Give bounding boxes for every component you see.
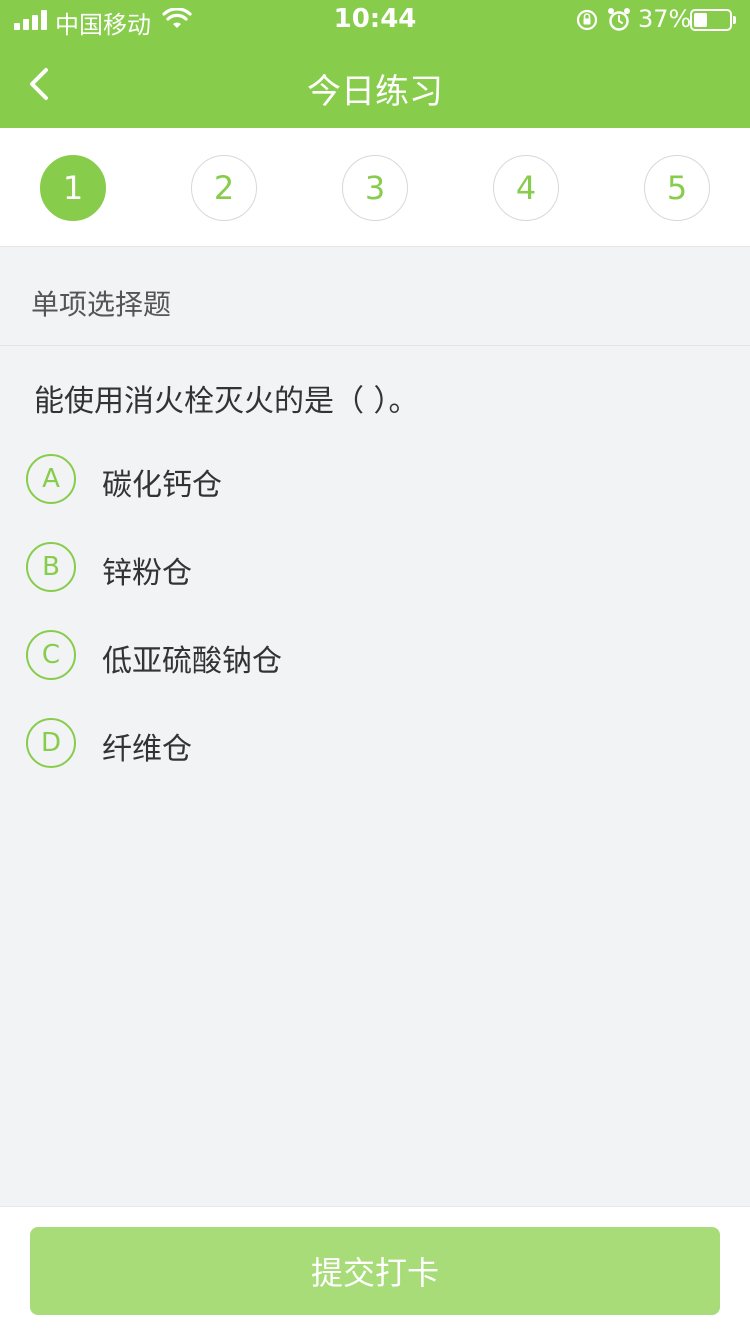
- question-number-tabs: 1 2 3 4 5: [0, 128, 750, 247]
- status-bar: 中国移动 10:44 37%: [0, 0, 750, 40]
- option-b[interactable]: B 锌粉仓: [0, 532, 750, 602]
- option-text: 纤维仓: [102, 732, 192, 767]
- option-text: 锌粉仓: [102, 556, 192, 591]
- option-letter: C: [26, 630, 76, 680]
- option-text: 碳化钙仓: [102, 468, 222, 503]
- bottom-bar: 提交打卡: [0, 1206, 750, 1334]
- battery-level: [694, 13, 707, 27]
- page-title: 今日练习: [307, 72, 443, 112]
- option-d[interactable]: D 纤维仓: [0, 708, 750, 778]
- question-tab-4[interactable]: 4: [493, 155, 559, 221]
- alarm-icon: [608, 8, 630, 31]
- question-tab-5[interactable]: 5: [644, 155, 710, 221]
- question-tab-3[interactable]: 3: [342, 155, 408, 221]
- question-tab-1[interactable]: 1: [40, 155, 106, 221]
- rotation-lock-icon: [576, 9, 598, 31]
- option-text: 低亚硫酸钠仓: [102, 644, 282, 679]
- option-letter: A: [26, 454, 76, 504]
- question-tab-2[interactable]: 2: [191, 155, 257, 221]
- question-type-header: 单项选择题: [0, 247, 750, 346]
- battery-icon: [690, 9, 736, 31]
- option-c[interactable]: C 低亚硫酸钠仓: [0, 620, 750, 690]
- option-letter: B: [26, 542, 76, 592]
- nav-bar: 今日练习: [0, 40, 750, 128]
- option-a[interactable]: A 碳化钙仓: [0, 444, 750, 514]
- question-text: 能使用消火栓灭火的是（ ）。: [34, 384, 419, 419]
- app-header: 中国移动 10:44 37% 今日练习: [0, 0, 750, 128]
- submit-checkin-button[interactable]: 提交打卡: [30, 1227, 720, 1315]
- option-letter: D: [26, 718, 76, 768]
- battery-percent: 37%: [638, 5, 692, 33]
- question-type-label: 单项选择题: [31, 288, 172, 321]
